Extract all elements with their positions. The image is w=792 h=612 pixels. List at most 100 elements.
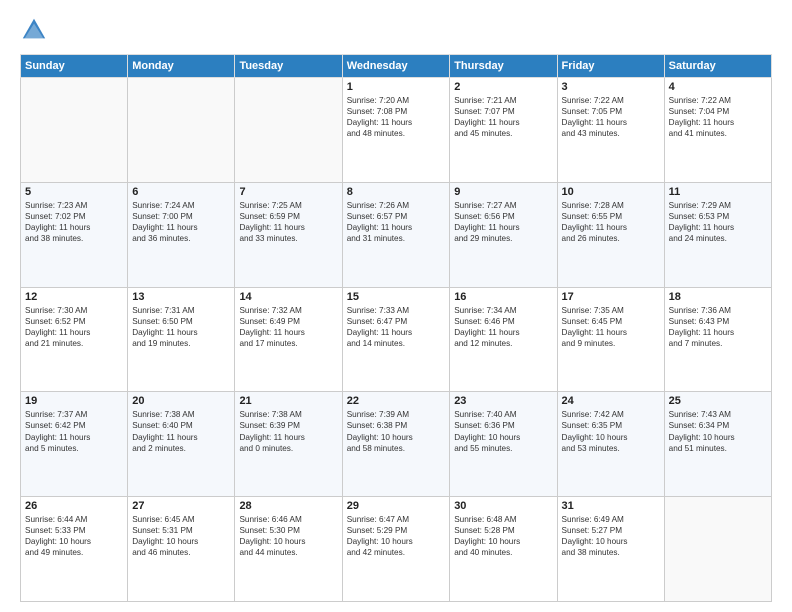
- day-cell: 26 Sunrise: 6:44 AM Sunset: 5:33 PM Dayli…: [21, 497, 128, 602]
- day-cell: 22 Sunrise: 7:39 AM Sunset: 6:38 PM Dayli…: [342, 392, 449, 497]
- day-info: Sunrise: 7:22 AM Sunset: 7:04 PM Dayligh…: [669, 95, 767, 139]
- day-info: Sunrise: 6:48 AM Sunset: 5:28 PM Dayligh…: [454, 514, 552, 558]
- day-cell: 19Sunrise: 7:37 AM Sunset: 6:42 PM Dayli…: [21, 392, 128, 497]
- day-number: 16: [454, 291, 552, 303]
- day-info: Sunrise: 7:38 AM Sunset: 6:39 PM Dayligh…: [239, 409, 337, 453]
- day-number: 11: [669, 186, 767, 198]
- day-number: 28: [239, 500, 337, 512]
- day-cell: 11 Sunrise: 7:29 AM Sunset: 6:53 PM Dayli…: [664, 182, 771, 287]
- day-cell: 14 Sunrise: 7:32 AM Sunset: 6:49 PM Dayli…: [235, 287, 342, 392]
- day-info: Sunrise: 7:23 AM Sunset: 7:02 PM Dayligh…: [25, 200, 123, 244]
- day-number: 23: [454, 395, 552, 407]
- day-header-monday: Monday: [128, 55, 235, 78]
- day-cell: 1 Sunrise: 7:20 AM Sunset: 7:08 PM Daylig…: [342, 78, 449, 183]
- day-number: 5: [25, 186, 123, 198]
- day-number: 26: [25, 500, 123, 512]
- day-header-wednesday: Wednesday: [342, 55, 449, 78]
- day-number: 3: [562, 81, 660, 93]
- day-info: Sunrise: 7:36 AM Sunset: 6:43 PM Dayligh…: [669, 305, 767, 349]
- week-row-1: 1 Sunrise: 7:20 AM Sunset: 7:08 PM Daylig…: [21, 78, 772, 183]
- day-info: Sunrise: 7:30 AM Sunset: 6:52 PM Dayligh…: [25, 305, 123, 349]
- calendar-header-row: SundayMondayTuesdayWednesdayThursdayFrid…: [21, 55, 772, 78]
- day-cell: 20 Sunrise: 7:38 AM Sunset: 6:40 PM Dayli…: [128, 392, 235, 497]
- day-info: Sunrise: 7:28 AM Sunset: 6:55 PM Dayligh…: [562, 200, 660, 244]
- day-number: 13: [132, 291, 230, 303]
- logo: [20, 16, 52, 44]
- week-row-3: 12Sunrise: 7:30 AM Sunset: 6:52 PM Dayli…: [21, 287, 772, 392]
- day-number: 17: [562, 291, 660, 303]
- day-cell: [128, 78, 235, 183]
- day-cell: 5 Sunrise: 7:23 AM Sunset: 7:02 PM Daylig…: [21, 182, 128, 287]
- day-header-tuesday: Tuesday: [235, 55, 342, 78]
- day-info: Sunrise: 7:32 AM Sunset: 6:49 PM Dayligh…: [239, 305, 337, 349]
- day-header-sunday: Sunday: [21, 55, 128, 78]
- day-number: 6: [132, 186, 230, 198]
- week-row-4: 19Sunrise: 7:37 AM Sunset: 6:42 PM Dayli…: [21, 392, 772, 497]
- day-info: Sunrise: 7:38 AM Sunset: 6:40 PM Dayligh…: [132, 409, 230, 453]
- day-info: Sunrise: 7:29 AM Sunset: 6:53 PM Dayligh…: [669, 200, 767, 244]
- day-number: 9: [454, 186, 552, 198]
- day-number: 27: [132, 500, 230, 512]
- day-cell: 4 Sunrise: 7:22 AM Sunset: 7:04 PM Daylig…: [664, 78, 771, 183]
- day-cell: 23 Sunrise: 7:40 AM Sunset: 6:36 PM Dayli…: [450, 392, 557, 497]
- day-number: 30: [454, 500, 552, 512]
- day-info: Sunrise: 6:45 AM Sunset: 5:31 PM Dayligh…: [132, 514, 230, 558]
- day-cell: 24 Sunrise: 7:42 AM Sunset: 6:35 PM Dayli…: [557, 392, 664, 497]
- day-number: 10: [562, 186, 660, 198]
- day-cell: 17Sunrise: 7:35 AM Sunset: 6:45 PM Dayli…: [557, 287, 664, 392]
- day-info: Sunrise: 7:22 AM Sunset: 7:05 PM Dayligh…: [562, 95, 660, 139]
- day-cell: 9 Sunrise: 7:27 AM Sunset: 6:56 PM Daylig…: [450, 182, 557, 287]
- day-number: 22: [347, 395, 445, 407]
- day-cell: [664, 497, 771, 602]
- day-cell: 8 Sunrise: 7:26 AM Sunset: 6:57 PM Daylig…: [342, 182, 449, 287]
- day-number: 18: [669, 291, 767, 303]
- day-number: 4: [669, 81, 767, 93]
- day-cell: 6 Sunrise: 7:24 AM Sunset: 7:00 PM Daylig…: [128, 182, 235, 287]
- day-info: Sunrise: 6:46 AM Sunset: 5:30 PM Dayligh…: [239, 514, 337, 558]
- day-cell: 16 Sunrise: 7:34 AM Sunset: 6:46 PM Dayli…: [450, 287, 557, 392]
- day-info: Sunrise: 7:37 AM Sunset: 6:42 PM Dayligh…: [25, 409, 123, 453]
- day-cell: [21, 78, 128, 183]
- day-info: Sunrise: 7:39 AM Sunset: 6:38 PM Dayligh…: [347, 409, 445, 453]
- calendar-table: SundayMondayTuesdayWednesdayThursdayFrid…: [20, 54, 772, 602]
- day-cell: 29 Sunrise: 6:47 AM Sunset: 5:29 PM Dayli…: [342, 497, 449, 602]
- day-number: 20: [132, 395, 230, 407]
- day-info: Sunrise: 7:25 AM Sunset: 6:59 PM Dayligh…: [239, 200, 337, 244]
- day-number: 14: [239, 291, 337, 303]
- week-row-5: 26 Sunrise: 6:44 AM Sunset: 5:33 PM Dayli…: [21, 497, 772, 602]
- day-cell: 7 Sunrise: 7:25 AM Sunset: 6:59 PM Daylig…: [235, 182, 342, 287]
- day-cell: 15Sunrise: 7:33 AM Sunset: 6:47 PM Dayli…: [342, 287, 449, 392]
- day-info: Sunrise: 7:42 AM Sunset: 6:35 PM Dayligh…: [562, 409, 660, 453]
- day-number: 24: [562, 395, 660, 407]
- day-header-saturday: Saturday: [664, 55, 771, 78]
- day-info: Sunrise: 7:33 AM Sunset: 6:47 PM Dayligh…: [347, 305, 445, 349]
- day-info: Sunrise: 6:49 AM Sunset: 5:27 PM Dayligh…: [562, 514, 660, 558]
- day-cell: [235, 78, 342, 183]
- day-number: 29: [347, 500, 445, 512]
- page: SundayMondayTuesdayWednesdayThursdayFrid…: [0, 0, 792, 612]
- day-number: 25: [669, 395, 767, 407]
- day-info: Sunrise: 7:34 AM Sunset: 6:46 PM Dayligh…: [454, 305, 552, 349]
- day-cell: 18 Sunrise: 7:36 AM Sunset: 6:43 PM Dayli…: [664, 287, 771, 392]
- day-info: Sunrise: 7:40 AM Sunset: 6:36 PM Dayligh…: [454, 409, 552, 453]
- day-info: Sunrise: 6:47 AM Sunset: 5:29 PM Dayligh…: [347, 514, 445, 558]
- day-cell: 10 Sunrise: 7:28 AM Sunset: 6:55 PM Dayli…: [557, 182, 664, 287]
- day-number: 8: [347, 186, 445, 198]
- day-info: Sunrise: 6:44 AM Sunset: 5:33 PM Dayligh…: [25, 514, 123, 558]
- day-info: Sunrise: 7:31 AM Sunset: 6:50 PM Dayligh…: [132, 305, 230, 349]
- day-cell: 3 Sunrise: 7:22 AM Sunset: 7:05 PM Daylig…: [557, 78, 664, 183]
- day-info: Sunrise: 7:26 AM Sunset: 6:57 PM Dayligh…: [347, 200, 445, 244]
- day-number: 21: [239, 395, 337, 407]
- day-number: 2: [454, 81, 552, 93]
- day-info: Sunrise: 7:24 AM Sunset: 7:00 PM Dayligh…: [132, 200, 230, 244]
- day-cell: 2Sunrise: 7:21 AM Sunset: 7:07 PM Daylig…: [450, 78, 557, 183]
- day-number: 1: [347, 81, 445, 93]
- day-cell: 21 Sunrise: 7:38 AM Sunset: 6:39 PM Dayli…: [235, 392, 342, 497]
- day-cell: 28 Sunrise: 6:46 AM Sunset: 5:30 PM Dayli…: [235, 497, 342, 602]
- day-info: Sunrise: 7:20 AM Sunset: 7:08 PM Dayligh…: [347, 95, 445, 139]
- day-info: Sunrise: 7:27 AM Sunset: 6:56 PM Dayligh…: [454, 200, 552, 244]
- logo-icon: [20, 16, 48, 44]
- day-cell: 31Sunrise: 6:49 AM Sunset: 5:27 PM Dayli…: [557, 497, 664, 602]
- day-header-friday: Friday: [557, 55, 664, 78]
- day-number: 7: [239, 186, 337, 198]
